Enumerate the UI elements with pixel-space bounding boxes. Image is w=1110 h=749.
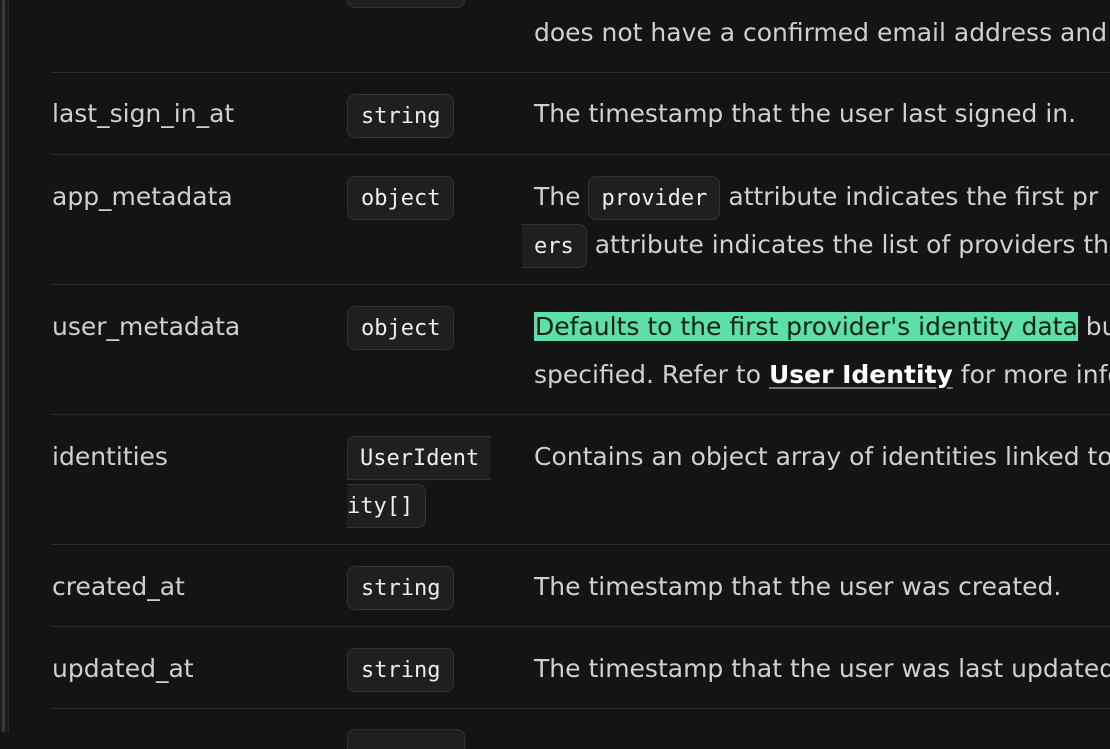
user-identity-link[interactable]: User Identity — [769, 360, 953, 389]
type-pill: string — [347, 648, 455, 692]
type-pill: object — [347, 306, 455, 350]
field-name: updated_at — [52, 654, 194, 683]
desc-text: for more infor — [960, 360, 1110, 389]
table-row: app_metadata object The provider attribu… — [52, 154, 1110, 285]
type-pill-part-1: UserIdent — [347, 436, 492, 480]
row-description-line-2: specified. Refer to User Identity for mo… — [534, 351, 1110, 399]
desc-text: specified. Refer to — [534, 360, 769, 389]
field-type: UserIdent ity[] — [347, 436, 547, 528]
desc-text: attribute indicates the list of provider… — [586, 230, 1109, 259]
field-type: object — [347, 176, 455, 220]
left-scroll-rail — [0, 0, 9, 732]
row-description: does not have a confirmed email address … — [534, 18, 1110, 47]
field-type: string — [347, 566, 455, 610]
highlighted-text: Defaults to the first provider's identit… — [534, 312, 1078, 341]
field-name: created_at — [52, 572, 185, 601]
providers-code-fragment: ers — [522, 224, 587, 268]
row-description-line-1: The provider attribute indicates the fir… — [534, 173, 1098, 221]
field-name: app_metadata — [52, 182, 233, 211]
type-pill: string — [347, 566, 455, 610]
left-rail-line — [2, 0, 5, 732]
table-row: identities UserIdent ity[] Contains an o… — [52, 414, 1110, 545]
row-description: The timestamp that the user was created. — [534, 572, 1062, 601]
type-pill-cut-off — [347, 729, 465, 749]
table-row — [52, 708, 1110, 749]
desc-text: The — [534, 182, 589, 211]
desc-text: bu — [1085, 312, 1110, 341]
type-pill: string — [347, 94, 455, 138]
row-description-line-1: Defaults to the first provider's identit… — [534, 303, 1110, 351]
type-pill: object — [347, 176, 455, 220]
field-name: last_sign_in_at — [52, 99, 235, 128]
row-description: The timestamp that the user was last upd… — [534, 654, 1110, 683]
table-row: created_at string The timestamp that the… — [52, 544, 1110, 627]
table-row: does not have a confirmed email address … — [52, 0, 1110, 72]
field-type: object — [347, 306, 455, 350]
table-row: user_metadata object Defaults to the fir… — [52, 284, 1110, 415]
field-name: identities — [52, 442, 168, 471]
field-type: string — [347, 648, 455, 692]
field-name: user_metadata — [52, 312, 241, 341]
type-pill-part-2: ity[] — [347, 484, 427, 528]
row-description-line-2: ers attribute indicates the list of prov… — [522, 221, 1109, 269]
row-description: Contains an object array of identities l… — [534, 442, 1110, 471]
type-pill-cut-off — [347, 0, 465, 8]
field-type: string — [347, 94, 455, 138]
desc-text: attribute indicates the first pr — [720, 182, 1099, 211]
table-row: updated_at string The timestamp that the… — [52, 626, 1110, 709]
table-row: last_sign_in_at string The timestamp tha… — [52, 72, 1110, 155]
provider-code: provider — [588, 176, 721, 220]
row-description: The timestamp that the user last signed … — [534, 99, 1077, 128]
